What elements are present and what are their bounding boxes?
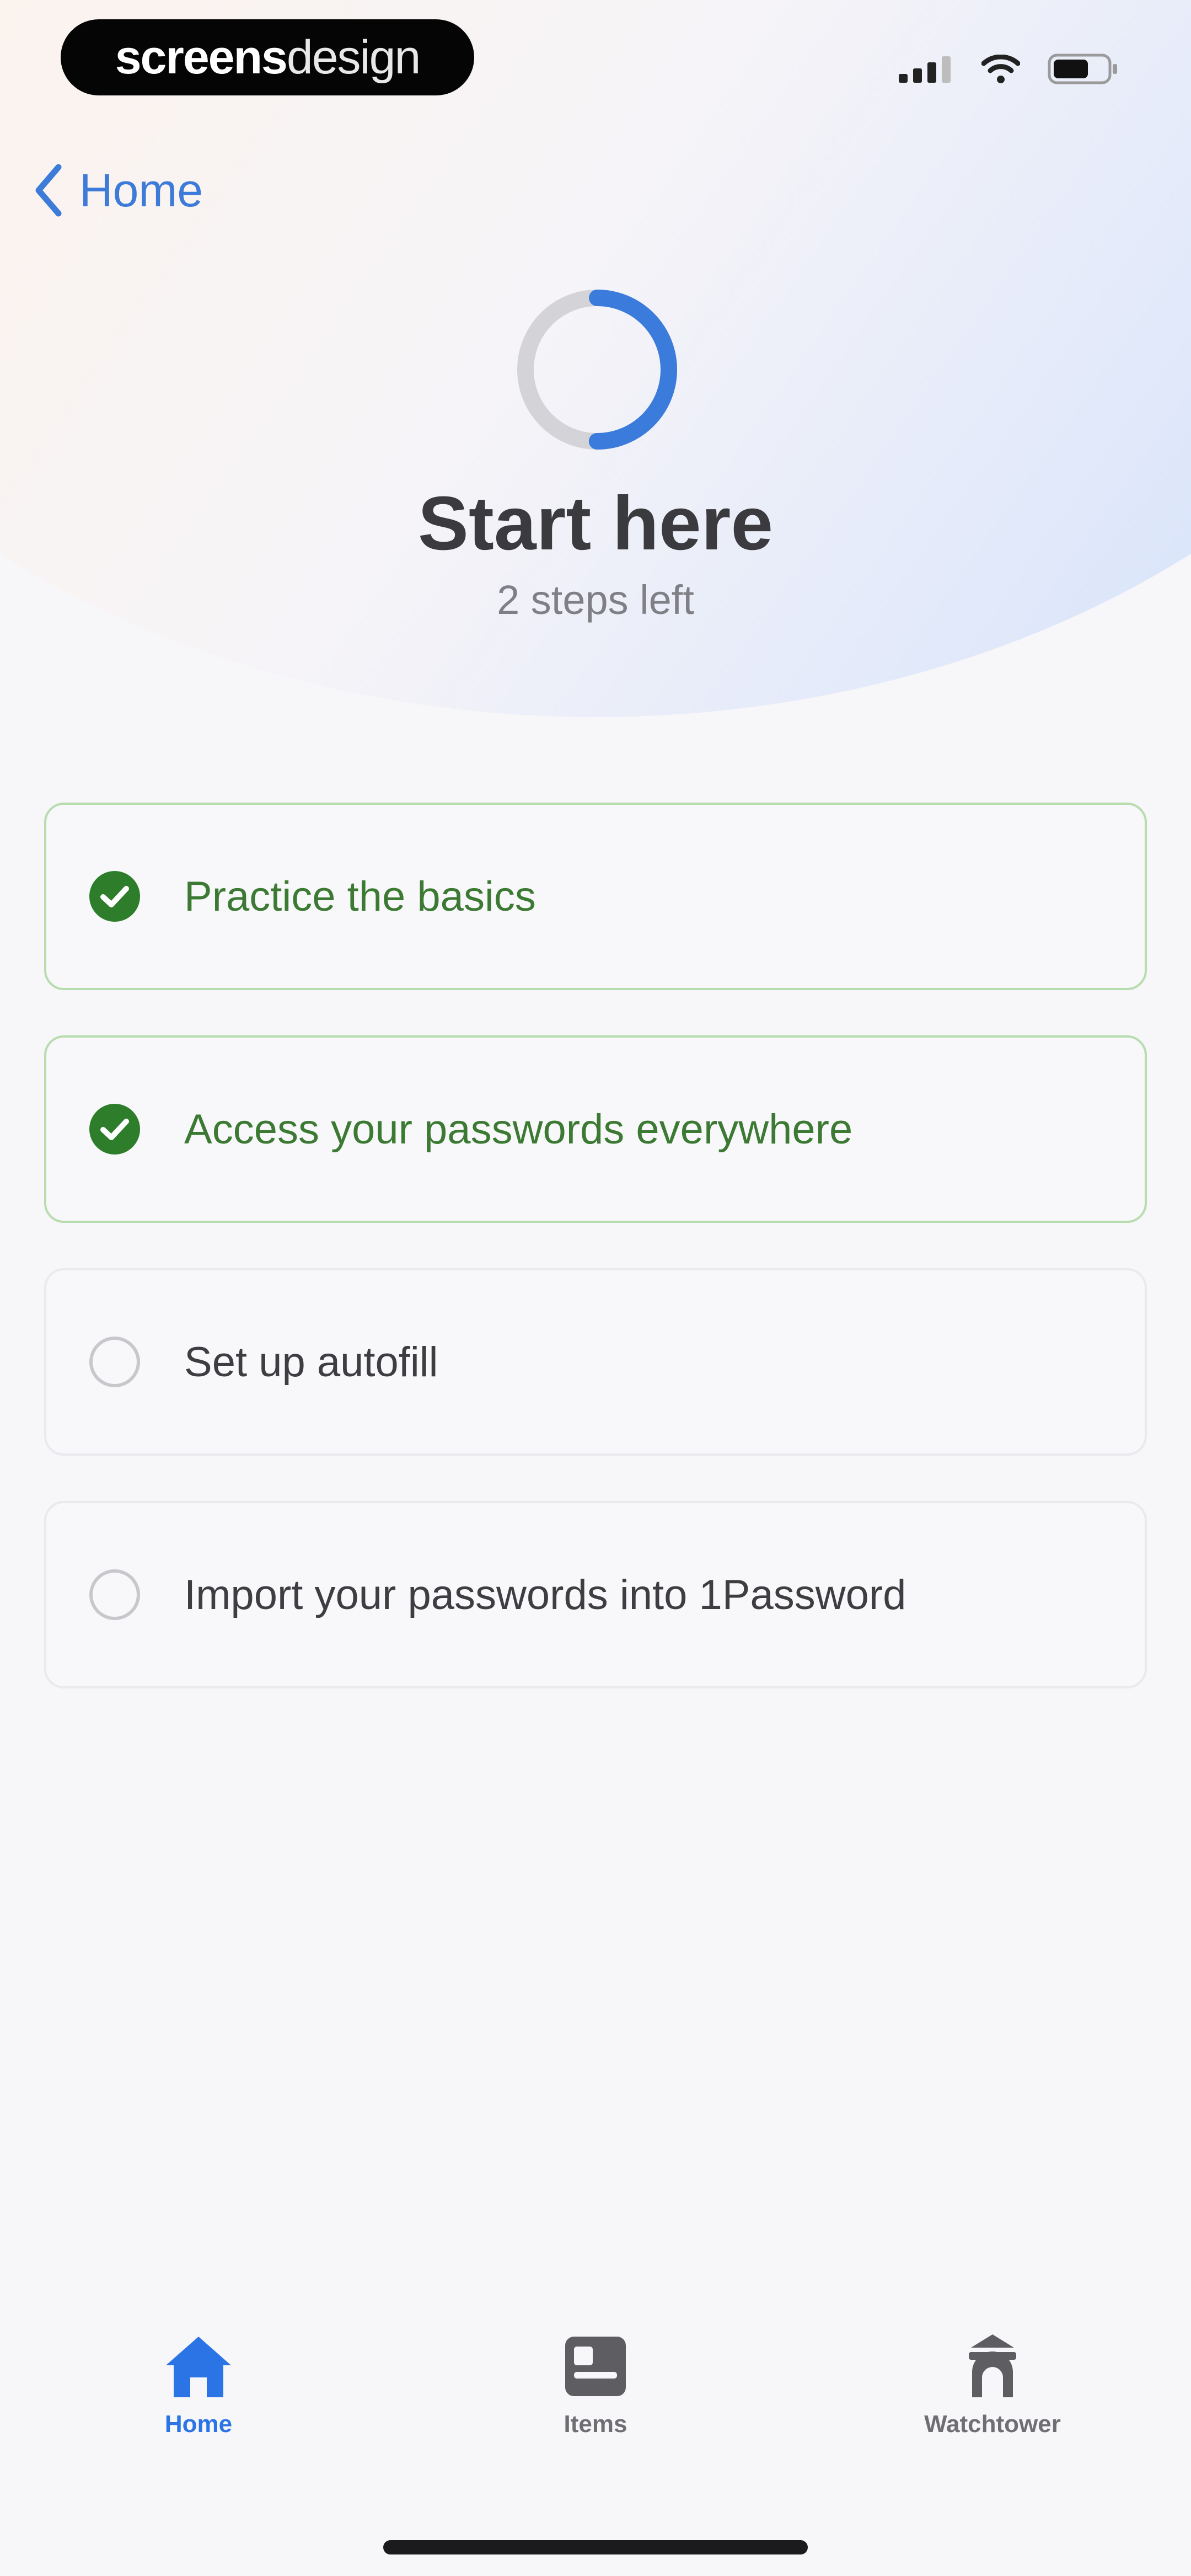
status-check-icon <box>89 1104 140 1155</box>
checklist-item-label: Set up autofill <box>184 1338 438 1386</box>
checklist-item-label: Import your passwords into 1Password <box>184 1571 906 1618</box>
page-title: Start here <box>417 481 774 566</box>
steps-left-text: 2 steps left <box>497 577 694 623</box>
status-check-icon <box>89 1569 140 1620</box>
back-label: Home <box>79 164 203 216</box>
home-icon <box>166 2337 231 2397</box>
tab-bar: Home Items Watchtower <box>0 2333 1191 2477</box>
brand-part2: design <box>286 30 421 84</box>
tab-label: Home <box>164 2411 233 2438</box>
status-bar: screens design <box>0 0 1191 121</box>
brand-part1: screens <box>115 30 288 84</box>
tab-watchtower[interactable]: Watchtower <box>882 2333 1103 2438</box>
watchtower-icon <box>969 2334 1016 2397</box>
chevron-left-icon <box>35 164 62 217</box>
tab-label: Watchtower <box>924 2411 1061 2438</box>
signal-icon <box>899 56 951 83</box>
checklist-item-access-passwords[interactable]: Access your passwords everywhere <box>44 1035 1147 1223</box>
status-icons <box>899 52 1119 85</box>
checklist-item-label: Access your passwords everywhere <box>184 1105 853 1153</box>
brand-watermark: screens design <box>61 19 474 95</box>
tab-items[interactable]: Items <box>485 2333 706 2438</box>
wifi-icon <box>981 55 1020 83</box>
tab-label: Items <box>564 2411 627 2438</box>
items-icon <box>565 2337 626 2396</box>
home-indicator <box>383 2540 808 2554</box>
checklist-item-import-passwords[interactable]: Import your passwords into 1Password <box>44 1501 1147 1688</box>
back-button[interactable]: Home <box>33 160 203 221</box>
battery-icon <box>1048 54 1117 84</box>
checklist-item-label: Practice the basics <box>184 873 536 920</box>
checklist-item-setup-autofill[interactable]: Set up autofill <box>44 1268 1147 1456</box>
progress-ring <box>517 290 677 450</box>
checklist-item-practice-basics[interactable]: Practice the basics <box>44 803 1147 990</box>
status-check-icon <box>89 871 140 922</box>
status-check-icon <box>89 1337 140 1387</box>
tab-home[interactable]: Home <box>88 2333 309 2438</box>
